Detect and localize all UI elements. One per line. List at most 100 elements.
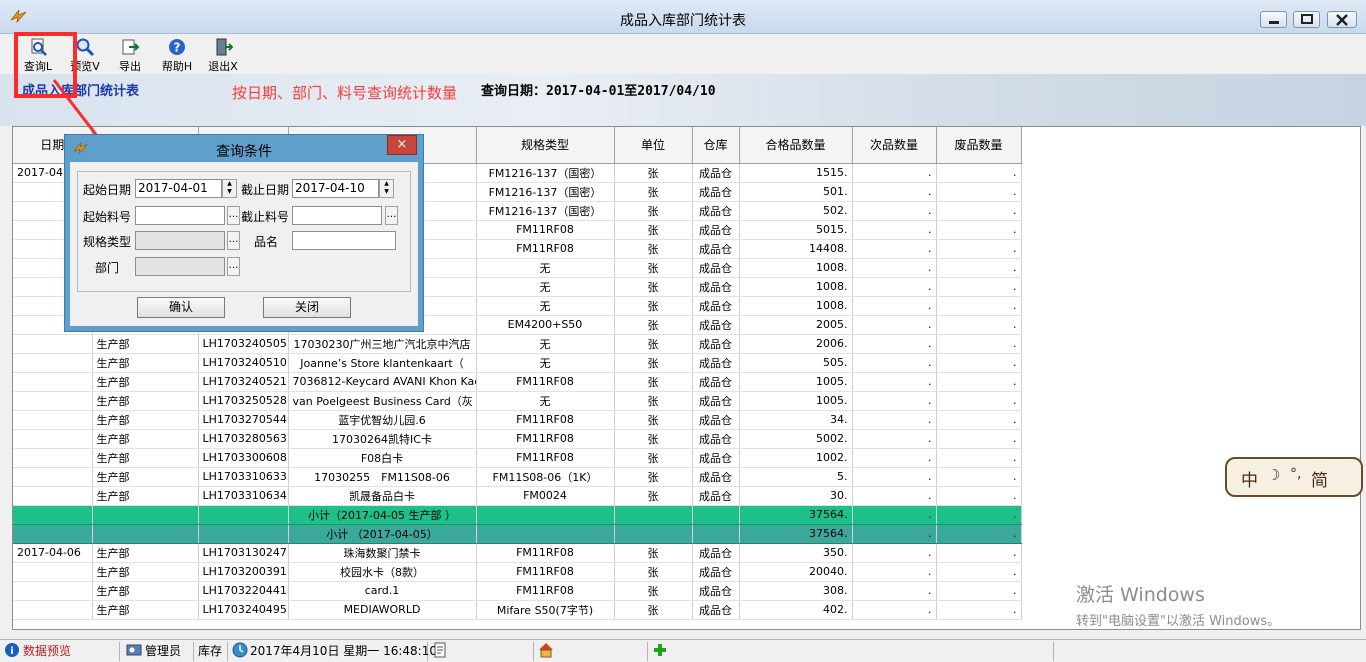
cell-item-no: LH17032705441 [198,410,289,430]
start-item-label: 起始料号 [83,210,132,224]
cell-defect-qty: . [852,258,937,278]
end-item-browse-button[interactable]: … [385,206,398,225]
dialog-title-bar[interactable]: 查询条件 × [65,135,423,161]
cell-good-qty: 1005. [739,391,853,411]
table-row[interactable]: 生产部 LH17032405211 7036812-Keycard AVANI Kh… [13,372,1022,392]
cell-name: 蓝宇优智幼儿园.6 [288,410,477,430]
col-unit[interactable]: 单位 [614,127,693,164]
status-add[interactable] [652,642,1054,661]
cell-item-no: LH17032404951 [198,600,289,620]
cell-name: van Poelgeest Business Card（灰 [288,391,477,411]
cell-defect-qty: . [852,182,937,202]
end-item-field[interactable] [292,206,382,225]
cell-scrap-qty: . [936,258,1022,278]
cell-scrap-qty: . [936,429,1022,449]
table-row[interactable]: 生产部 LH17032405101 Joanne’s Store klantenka… [13,353,1022,373]
cell-unit: 张 [614,334,693,354]
start-item-field[interactable] [135,206,225,225]
col-defect-qty[interactable]: 次品数量 [852,127,937,164]
table-row[interactable]: 生产部 LH17032204411 card.1 FM11RF08 张成品仓 308... [13,581,1022,601]
cell-item-no: LH17033006081 [198,448,289,468]
cell-dept: 生产部 [92,353,199,373]
table-row[interactable]: 生产部 LH17033106341 凯晟备品白卡 FM0024 张成品仓 30... [13,486,1022,506]
status-user-label: 管理员 [145,644,182,658]
start-item-browse-button[interactable]: … [227,206,240,225]
cell-unit: 张 [614,258,693,278]
product-name-field[interactable] [292,231,396,250]
maximize-button[interactable] [1293,11,1320,28]
subtotal-row[interactable]: 小计（2017-04-05 生产部 ） 37564... [13,505,1022,525]
cell-item-no: LH17032003911 [198,562,289,582]
table-row[interactable]: 生产部 LH17032805631 17030264凯特IC卡 FM11RF08 张成品… [13,429,1022,449]
cell-scrap-qty: . [936,600,1022,620]
cell-unit: 张 [614,600,693,620]
status-home[interactable] [538,642,648,661]
status-warehouse: 库存 [198,642,228,661]
cell-defect-qty: . [852,372,937,392]
table-row[interactable]: 生产部 LH17032405051 17030230广州三地广汽北京中汽店无张成品仓… [13,334,1022,354]
status-preview[interactable]: i 数据预览 [4,642,120,661]
dialog-close-action-button[interactable]: 关闭 [263,297,351,318]
cell-scrap-qty: . [936,391,1022,411]
spec-field[interactable] [135,231,225,250]
spec-browse-button[interactable]: … [227,231,240,250]
subtotal-cell [13,505,93,525]
dialog-close-button[interactable]: × [387,135,417,155]
col-spec[interactable]: 规格类型 [476,127,615,164]
cell-item-no: LH17032505281 [198,391,289,411]
table-row[interactable]: 生产部 LH17033106331 17030255 FM11S08-06 FM11S… [13,467,1022,487]
start-date-field[interactable]: 2017-04-01 [135,179,222,198]
cell-name: 17030255 FM11S08-06 [288,467,477,487]
cell-date [13,448,93,468]
table-row[interactable]: 生产部 LH17032705441 蓝宇优智幼儿园.6 FM11RF08 张成品仓 34.… [13,410,1022,430]
dept-browse-button[interactable]: … [227,257,240,276]
col-warehouse[interactable]: 仓库 [692,127,740,164]
col-good-qty[interactable]: 合格品数量 [739,127,853,164]
cell-warehouse: 成品仓 [692,467,740,487]
minimize-button[interactable] [1260,11,1287,28]
table-row[interactable]: 2017-04-06 生产部 LH17031302471 珠海数聚门禁卡 FM11RF0… [13,543,1022,563]
start-date-spinner[interactable]: ▲ ▼ [222,179,237,198]
cell-name: Joanne’s Store klantenkaart（ [288,353,477,373]
cell-defect-qty: . [852,353,937,373]
confirm-button[interactable]: 确认 [137,297,225,318]
ime-indicator[interactable]: 中 ☽ °, 简 [1225,457,1363,497]
col-scrap-qty[interactable]: 废品数量 [936,127,1022,164]
end-date-spinner[interactable]: ▲ ▼ [379,179,394,198]
cell-defect-qty: . [852,486,937,506]
cell-spec: FM1216-137（国密） [476,201,615,221]
cell-spec: FM11RF08 [476,543,615,563]
cell-date [13,391,93,411]
window-title: 成品入库部门统计表 [620,13,746,29]
table-row[interactable]: 生产部 LH17032003911 校园水卡（8款） FM11RF08 张成品仓 2004… [13,562,1022,582]
cell-defect-qty: . [852,448,937,468]
document-icon [434,642,446,658]
table-row[interactable]: 生产部 LH17032404951 MEDIAWORLD Mifare S50(7字节… [13,600,1022,620]
cell-spec: FM11RF08 [476,220,615,240]
cell-unit: 张 [614,372,693,392]
cell-good-qty: 20040. [739,562,853,582]
end-date-field[interactable]: 2017-04-10 [292,179,379,198]
cell-dept: 生产部 [92,581,199,601]
annotation-text: 按日期、部门、料号查询统计数量 [232,84,458,102]
cell-unit: 张 [614,429,693,449]
exit-button[interactable]: 退出X [203,37,243,73]
cell-warehouse: 成品仓 [692,182,740,202]
cell-scrap-qty: . [936,543,1022,563]
dept-field[interactable] [135,257,225,276]
close-button[interactable] [1327,11,1357,28]
table-row[interactable]: 生产部 LH17032505281 van Poelgeest Business C… [13,391,1022,411]
cell-scrap-qty: . [936,296,1022,316]
subtotal-row[interactable]: 小计 （2017-04-05） 37564... [13,524,1022,544]
cell-spec: FM11RF08 [476,372,615,392]
cell-date [13,600,93,620]
status-doc [432,642,534,661]
spec-label: 规格类型 [83,235,132,249]
help-button[interactable]: ? 帮助H [157,37,197,73]
export-button[interactable]: 导出 [110,37,150,73]
cell-date: 2017-04-06 [13,543,93,563]
close-icon [1336,14,1348,26]
table-row[interactable]: 生产部 LH17033006081 F08白卡 FM11RF08 张成品仓 1002... [13,448,1022,468]
cell-spec: FM1216-137（国密） [476,163,615,183]
plus-icon [654,644,666,656]
